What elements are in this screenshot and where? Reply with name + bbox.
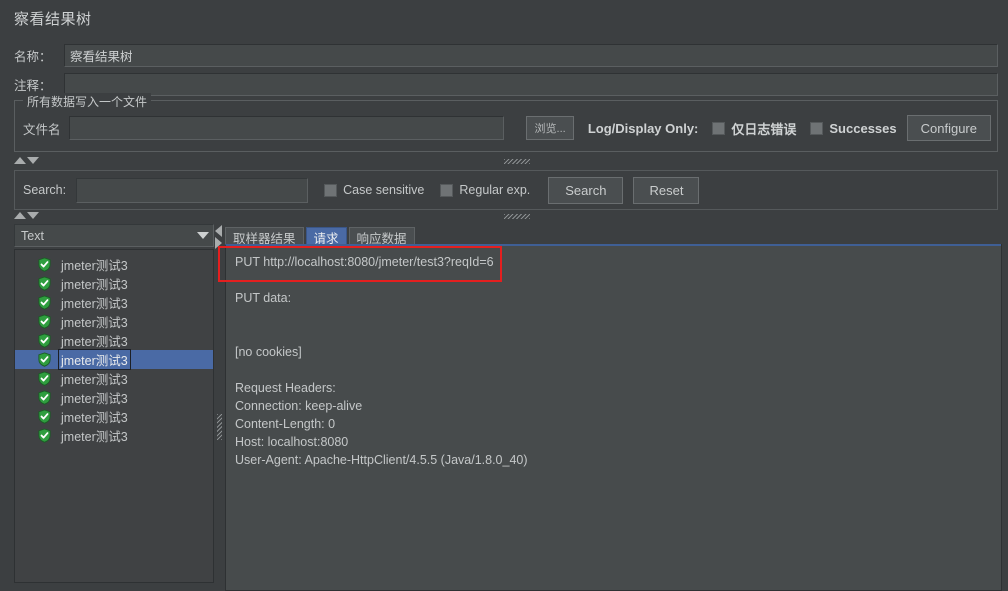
collapse-up-icon[interactable]: [14, 212, 26, 219]
regular-exp-checkbox-wrap[interactable]: Regular exp.: [440, 183, 530, 197]
success-shield-icon: [38, 409, 51, 424]
renderer-select-value: Text: [21, 228, 44, 243]
regular-exp-label: Regular exp.: [459, 183, 531, 197]
request-text: PUT http://localhost:8080/jmeter/test3?r…: [235, 255, 528, 467]
results-tree-column: Text jmeter测试3 jmeter测试3 jmeter测试3 jmeter测试…: [14, 224, 214, 583]
search-input[interactable]: [76, 177, 309, 203]
collapse-down-icon[interactable]: [27, 157, 39, 164]
success-shield-icon: [38, 371, 51, 386]
checkbox-icon[interactable]: [324, 183, 338, 197]
tree-item[interactable]: jmeter测试3: [15, 349, 213, 370]
result-tabs[interactable]: 取样器结果 请求 响应数据: [225, 226, 415, 246]
vertical-splitter[interactable]: [214, 224, 225, 583]
search-panel: Search: Case sensitive Regular exp. Sear…: [14, 170, 998, 210]
success-shield-icon: [38, 257, 51, 272]
success-shield-icon: [38, 333, 51, 348]
tree-item-label: jmeter测试3: [61, 430, 128, 444]
comment-label: 注释：: [14, 78, 52, 93]
success-shield-icon: [38, 314, 51, 329]
name-row: 名称：: [14, 43, 998, 67]
tree-item-label: jmeter测试3: [61, 259, 128, 273]
name-label: 名称：: [14, 49, 52, 64]
tree-item[interactable]: jmeter测试3: [15, 331, 213, 350]
view-results-tree-window: 察看结果树 名称： 注释： 所有数据写入一个文件 文件名 浏览... Log/D…: [0, 0, 1008, 591]
tree-item[interactable]: jmeter测试3: [15, 293, 213, 312]
results-tree[interactable]: jmeter测试3 jmeter测试3 jmeter测试3 jmeter测试3 jmet…: [14, 249, 214, 583]
comment-row: 注释：: [14, 72, 998, 96]
splitter-top[interactable]: [0, 156, 1008, 166]
case-sensitive-checkbox-wrap[interactable]: Case sensitive: [324, 183, 424, 197]
tree-item[interactable]: jmeter测试3: [15, 426, 213, 445]
configure-button[interactable]: Configure: [906, 115, 991, 141]
group-legend: 所有数据写入一个文件: [23, 93, 152, 110]
renderer-select[interactable]: Text: [14, 224, 214, 247]
splitter-arrows[interactable]: [14, 212, 39, 219]
tree-item[interactable]: jmeter测试3: [15, 255, 213, 274]
splitter-grip-icon[interactable]: [217, 414, 222, 440]
success-shield-icon: [38, 276, 51, 291]
tree-item-label: jmeter测试3: [61, 316, 128, 330]
tree-item-label: jmeter测试3: [61, 411, 128, 425]
tree-item[interactable]: jmeter测试3: [15, 369, 213, 388]
errors-only-checkbox-wrap[interactable]: 仅日志错误: [712, 119, 796, 138]
success-shield-icon: [38, 352, 51, 367]
write-all-data-to-file-group: 所有数据写入一个文件 文件名 浏览... Log/Display Only: 仅…: [14, 93, 998, 152]
comment-input[interactable]: [64, 72, 998, 96]
vertical-scrollbar[interactable]: [1001, 244, 1002, 591]
collapse-up-icon[interactable]: [14, 157, 26, 164]
browse-button[interactable]: 浏览...: [526, 116, 574, 140]
tree-item-label: jmeter测试3: [58, 349, 131, 370]
splitter-grip-icon[interactable]: [504, 159, 530, 164]
group-content: 文件名 浏览... Log/Display Only: 仅日志错误 Succes…: [15, 111, 997, 145]
tree-item[interactable]: jmeter测试3: [15, 388, 213, 407]
reset-button[interactable]: Reset: [633, 176, 700, 204]
chevron-down-icon[interactable]: [197, 232, 209, 239]
splitter-grip-icon[interactable]: [504, 214, 530, 219]
success-shield-icon: [38, 428, 51, 443]
tree-item[interactable]: jmeter测试3: [15, 407, 213, 426]
tree-item-label: jmeter测试3: [61, 335, 128, 349]
splitter-arrows[interactable]: [14, 157, 39, 164]
successes-label: Successes: [829, 120, 897, 136]
tree-item-label: jmeter测试3: [61, 373, 128, 387]
results-split-pane: Text jmeter测试3 jmeter测试3 jmeter测试3 jmeter测试…: [0, 224, 1008, 591]
checkbox-icon[interactable]: [712, 121, 726, 135]
filename-label: 文件名: [23, 122, 61, 137]
page-title: 察看结果树: [14, 11, 92, 28]
name-input[interactable]: [64, 43, 998, 67]
collapse-left-icon[interactable]: [215, 225, 222, 237]
successes-checkbox-wrap[interactable]: Successes: [810, 120, 897, 136]
log-display-only-label: Log/Display Only:: [587, 120, 699, 136]
search-label: Search:: [23, 183, 67, 197]
collapse-right-icon[interactable]: [215, 237, 222, 249]
success-shield-icon: [38, 295, 51, 310]
errors-only-label: 仅日志错误: [731, 121, 797, 137]
checkbox-icon[interactable]: [810, 121, 824, 135]
collapse-down-icon[interactable]: [27, 212, 39, 219]
filename-input[interactable]: [68, 116, 505, 140]
splitter-middle[interactable]: [0, 211, 1008, 221]
success-shield-icon: [38, 390, 51, 405]
tree-item[interactable]: jmeter测试3: [15, 274, 213, 293]
tree-item-label: jmeter测试3: [61, 392, 128, 406]
request-content-pane[interactable]: PUT http://localhost:8080/jmeter/test3?r…: [225, 244, 1002, 591]
tree-item-label: jmeter测试3: [61, 278, 128, 292]
search-button[interactable]: Search: [548, 176, 624, 204]
case-sensitive-label: Case sensitive: [343, 183, 425, 197]
tree-item[interactable]: jmeter测试3: [15, 312, 213, 331]
result-detail-column: 取样器结果 请求 响应数据 PUT http://localhost:8080/jm…: [225, 224, 1002, 591]
tree-item-label: jmeter测试3: [61, 297, 128, 311]
checkbox-icon[interactable]: [440, 183, 454, 197]
